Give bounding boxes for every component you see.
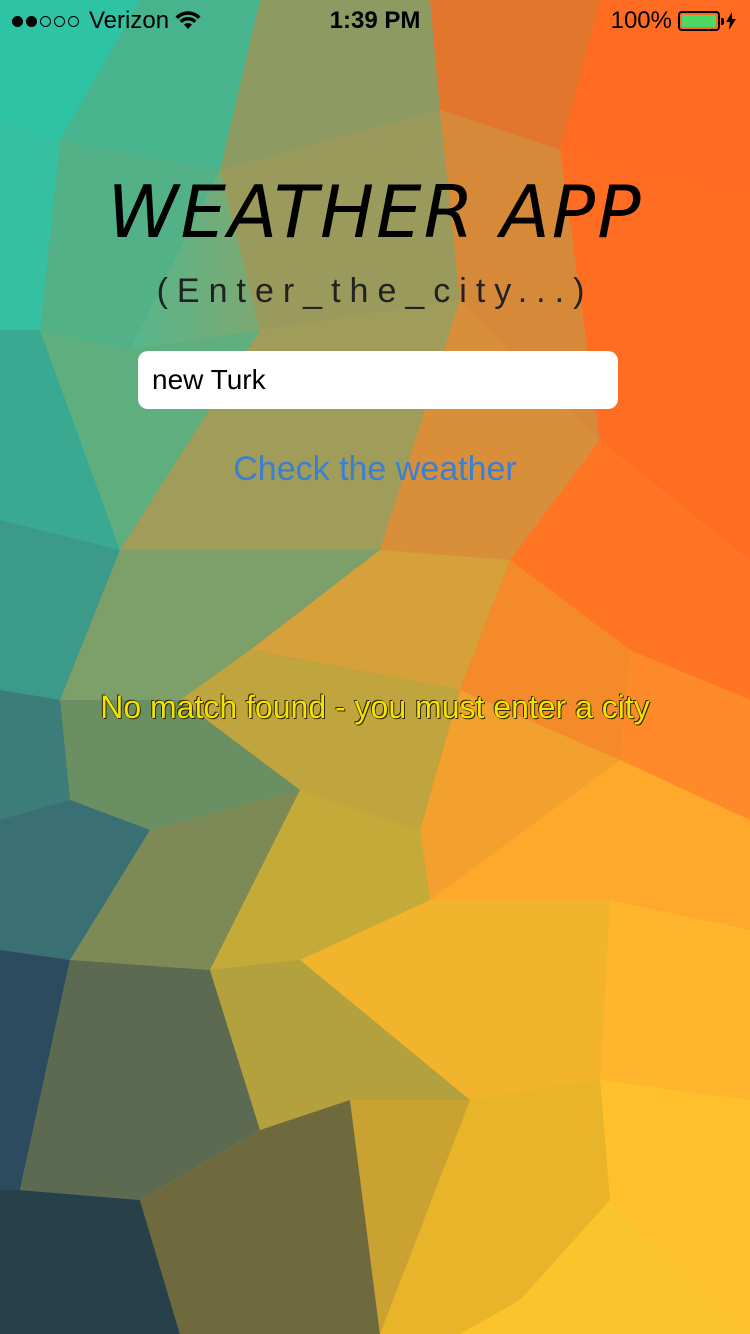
app-subtitle: (Enter_the_city...) <box>156 272 594 310</box>
battery-percent: 100% <box>610 7 672 34</box>
city-search-input[interactable] <box>138 351 618 409</box>
check-weather-button[interactable]: Check the weather <box>0 450 750 489</box>
status-right: 100% <box>611 7 736 35</box>
charging-bolt-icon <box>726 12 736 30</box>
battery-tip <box>721 18 724 25</box>
battery-icon <box>678 11 724 31</box>
app-title: WEATHER APP <box>107 170 643 254</box>
error-message: No match found - you must enter a city <box>100 689 650 725</box>
status-bar: Verizon 1:39 PM 100% <box>0 0 750 40</box>
battery-fill <box>682 15 716 27</box>
